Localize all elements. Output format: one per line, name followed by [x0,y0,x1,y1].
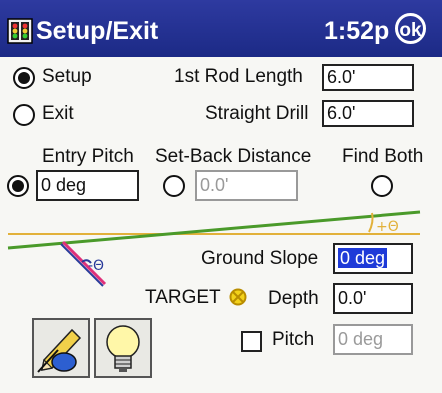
negative-angle-label: -Θ [88,258,104,274]
ground-slope-value: 0 deg [338,248,388,268]
target-label: TARGET [145,287,221,308]
ground-slope-field[interactable]: 0 deg [333,243,413,274]
target-icon [229,288,247,306]
ground-slope-label: Ground Slope [201,248,319,269]
depth-label: Depth [268,288,319,309]
edit-button[interactable] [32,318,90,378]
pitch-checkbox[interactable] [241,331,262,352]
lightbulb-icon [106,325,140,372]
pitch-label[interactable]: Pitch [272,329,314,351]
hint-button[interactable] [94,318,152,378]
pitch-field[interactable]: 0 deg [333,324,413,355]
pencil-icon [37,328,82,373]
positive-angle-label: +Θ [376,219,399,235]
depth-field[interactable]: 0.0' [333,283,413,314]
